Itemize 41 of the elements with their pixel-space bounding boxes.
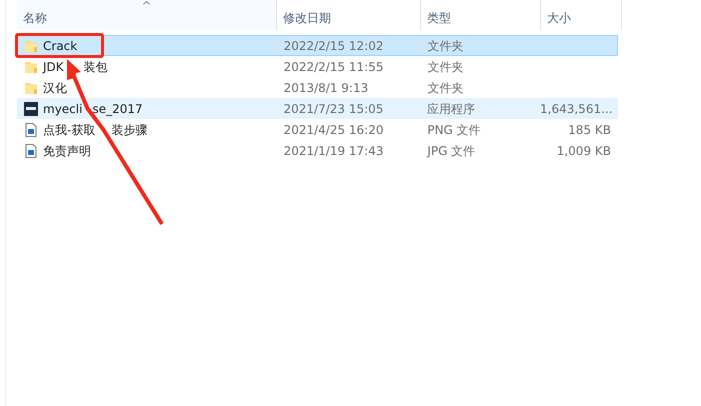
file-type: 文件夹 <box>427 38 464 52</box>
file-name: se_2017 <box>92 100 143 118</box>
column-header[interactable]: 修改日期 <box>277 0 421 30</box>
file-type: PNG 文件 <box>427 122 481 136</box>
file-size: 1,009 KB <box>556 144 611 158</box>
app-icon <box>24 102 38 116</box>
file-size: 185 KB <box>568 122 611 136</box>
file-row[interactable]: 点我-获取 装步骤 2021/4/25 16:20 PNG 文件 185 KB <box>17 119 618 140</box>
file-type: 应用程序 <box>427 102 476 116</box>
modified-date: 2013/8/1 9:13 <box>284 80 368 94</box>
column-header[interactable]: 大小 <box>541 0 622 30</box>
modified-date: 2021/4/25 16:20 <box>284 122 384 136</box>
folder-icon <box>24 60 38 74</box>
file-size: 1,643,561... <box>540 102 613 116</box>
file-row[interactable]: 汉化 2013/8/1 9:13 文件夹 <box>17 77 618 98</box>
file-name: 免责声明 <box>43 142 91 160</box>
file-type: JPG 文件 <box>427 144 476 158</box>
modified-date: 2021/1/19 17:43 <box>284 144 384 158</box>
image-file-icon <box>24 122 38 136</box>
file-type: 文件夹 <box>427 60 464 74</box>
column-header[interactable]: 类型 <box>421 0 541 30</box>
file-name: myecli <box>43 100 82 118</box>
file-name: 装包 <box>84 58 108 76</box>
folder-icon <box>24 80 38 94</box>
file-name: JDK <box>43 58 64 76</box>
file-row[interactable]: myecli se_2017 2021/7/23 15:05 应用程序 1,643,561... <box>17 98 618 119</box>
sort-indicator: ^ <box>141 0 152 15</box>
folder-icon <box>24 38 38 52</box>
file-name: 装步骤 <box>111 122 148 138</box>
modified-date: 2021/7/23 15:05 <box>284 102 384 116</box>
file-type: 文件夹 <box>427 80 464 94</box>
file-row[interactable]: Crack 2022/2/15 12:02 文件夹 <box>17 35 618 56</box>
modified-date: 2022/2/15 11:55 <box>284 60 384 74</box>
file-row[interactable]: JDK 装包 2022/2/15 11:55 文件夹 <box>17 56 618 77</box>
image-file-icon <box>24 144 38 158</box>
column-header[interactable]: 名称 ^ <box>17 0 277 30</box>
modified-date: 2022/2/15 12:02 <box>284 38 384 52</box>
file-name: 点我-获取 <box>43 122 96 138</box>
file-row[interactable]: 免责声明 2021/1/19 17:43 JPG 文件 1,009 KB <box>17 140 618 161</box>
file-name: Crack <box>43 38 78 54</box>
file-name: 汉化 <box>43 80 67 96</box>
